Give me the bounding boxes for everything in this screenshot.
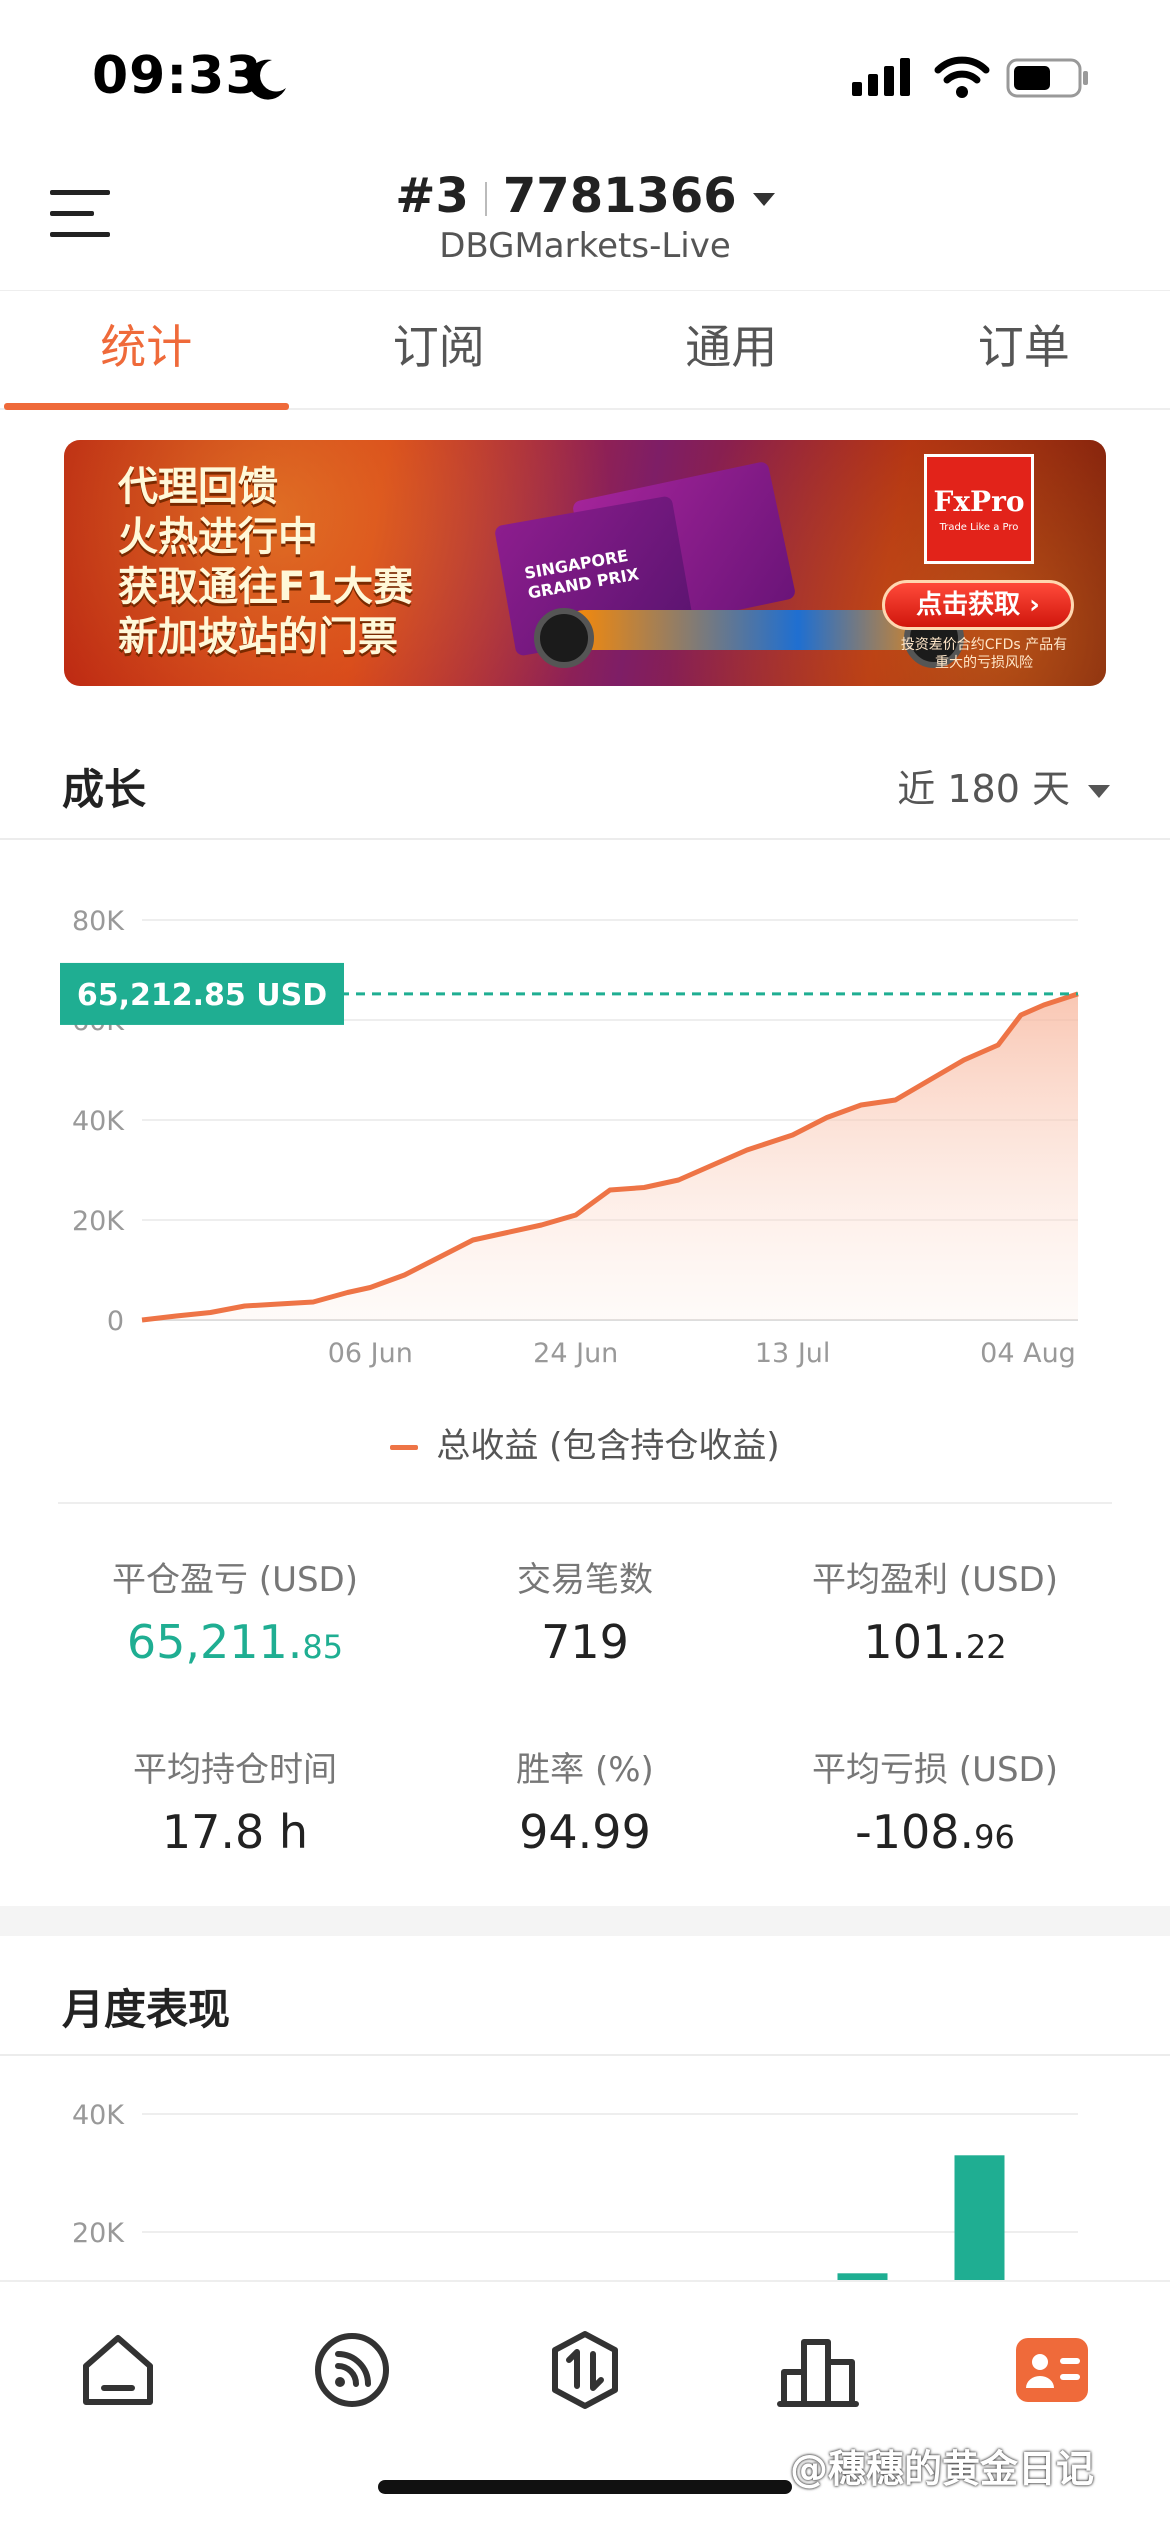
- car-wheel: [534, 608, 594, 668]
- stat-value: 17.8 h: [40, 1805, 430, 1859]
- stat-label: 平均持仓时间: [133, 1750, 337, 1790]
- growth-chart[interactable]: 020K40K60K80K 06 Jun24 Jun13 Jul04 Aug 6…: [0, 860, 1170, 1380]
- signal-feed-icon[interactable]: [310, 2328, 394, 2412]
- account-separator: [484, 182, 487, 216]
- banner-headline: 代理回馈 火热进行中 获取通往F1大赛 新加坡站的门票: [118, 462, 413, 662]
- stat-label: 平均亏损 (USD): [812, 1750, 1058, 1790]
- stat-value: 101.22: [740, 1615, 1130, 1669]
- current-value-badge: 65,212.85 USD: [60, 962, 344, 1025]
- monthly-title: 月度表现: [62, 1985, 231, 2034]
- stat-trade-count: 交易笔数 719: [390, 1552, 780, 1669]
- trade-icon[interactable]: [543, 2328, 627, 2412]
- divider: [58, 1502, 1112, 1504]
- stat-value-int: 17.8 h: [161, 1805, 309, 1859]
- growth-area: [142, 993, 1078, 1320]
- account-header: #3 7781366 DBGMarkets-Live: [0, 150, 1170, 290]
- stat-value: 65,211.85: [40, 1615, 430, 1669]
- range-label: 近 180 天: [897, 767, 1070, 811]
- stat-value: 94.99: [390, 1805, 780, 1859]
- watermark: @穗穗的黄金日记: [790, 2447, 1095, 2491]
- brand-name: FxPro: [933, 485, 1025, 518]
- banner-line: 火热进行中: [118, 514, 318, 560]
- range-selector[interactable]: 近 180 天: [897, 758, 1110, 813]
- brand-tagline: Trade Like a Pro: [939, 522, 1019, 533]
- account-server: DBGMarkets-Live: [439, 226, 731, 266]
- stat-value-int: 719: [541, 1615, 629, 1669]
- home-icon[interactable]: [76, 2328, 160, 2412]
- moon-icon: [247, 59, 286, 100]
- stat-value-int: 65,211.: [126, 1615, 303, 1669]
- battery-icon: [1006, 58, 1088, 98]
- stat-value-int: 101.: [863, 1615, 966, 1669]
- stat-label: 平仓盈亏 (USD): [112, 1560, 358, 1600]
- y-tick-label: 40K: [72, 1106, 125, 1137]
- account-selector[interactable]: #3 7781366: [0, 168, 1170, 224]
- stat-value: -108.96: [740, 1805, 1130, 1859]
- legend-swatch: [390, 1445, 419, 1450]
- cellular-signal-icon: [852, 58, 910, 96]
- status-time: 09:33: [92, 46, 263, 106]
- home-indicator: [378, 2480, 792, 2494]
- x-tick-label: 06 Jun: [328, 1338, 413, 1369]
- banner-line: 获取通往F1大赛: [118, 564, 414, 610]
- ticket-title: SINGAPORE GRAND PRIX: [522, 545, 641, 603]
- monthly-section-header: 月度表现: [0, 1936, 1170, 2056]
- banner-cta-button[interactable]: 点击获取 ›: [882, 580, 1074, 630]
- current-value-label: 65,212.85 USD: [77, 978, 327, 1013]
- monthly-bar[interactable]: [954, 2155, 1005, 2280]
- y-tick-label: 20K: [72, 1206, 125, 1237]
- stat-closed-pnl: 平仓盈亏 (USD) 65,211.85: [40, 1552, 430, 1669]
- stat-value-dec: 85: [302, 1628, 344, 1666]
- chevron-down-icon: [1088, 785, 1110, 798]
- risk-warning: 投资差价合约CFDs 产品有重大的亏损风险: [900, 637, 1068, 671]
- account-number: 7781366: [502, 168, 737, 224]
- wifi-icon: [934, 56, 990, 98]
- fxpro-logo: FxPro Trade Like a Pro: [924, 454, 1034, 564]
- stats-grid: 平仓盈亏 (USD) 65,211.85 交易笔数 719 平均盈利 (USD)…: [0, 1520, 1170, 1910]
- y-tick-label: 0: [107, 1306, 124, 1337]
- chevron-down-icon: [752, 192, 775, 206]
- stat-value-dec: 22: [965, 1628, 1007, 1666]
- monthly-chart[interactable]: 20K 40K: [0, 2060, 1170, 2280]
- bottom-navigation: [0, 2280, 1170, 2532]
- chart-legend: 总收益 (包含持仓收益): [0, 1418, 1170, 1467]
- stat-value-int: -108.: [855, 1805, 975, 1859]
- promo-banner[interactable]: 代理回馈 火热进行中 获取通往F1大赛 新加坡站的门票 SINGAPORE GR…: [64, 440, 1106, 686]
- x-tick-label: 04 Aug: [980, 1338, 1076, 1369]
- monthly-bar[interactable]: [837, 2273, 888, 2280]
- stat-value: 719: [390, 1615, 780, 1669]
- legend-label: 总收益 (包含持仓收益): [436, 1426, 780, 1466]
- tab-subscriptions[interactable]: 订阅: [293, 291, 586, 408]
- growth-title: 成长: [62, 765, 147, 814]
- banner-line: 新加坡站的门票: [118, 614, 398, 660]
- stat-value-dec: 96: [974, 1818, 1015, 1856]
- status-bar: 09:33: [0, 0, 1170, 150]
- tab-orders[interactable]: 订单: [878, 291, 1170, 408]
- banner-line: 代理回馈: [118, 464, 278, 510]
- tab-general[interactable]: 通用: [585, 291, 878, 408]
- y-tick-label: 20K: [72, 2218, 125, 2249]
- account-index: #3: [395, 168, 469, 224]
- stat-avg-profit: 平均盈利 (USD) 101.22: [740, 1552, 1130, 1669]
- stat-label: 平均盈利 (USD): [812, 1560, 1058, 1600]
- stat-avg-loss: 平均亏损 (USD) -108.96: [740, 1742, 1130, 1859]
- growth-section-header: 成长 近 180 天: [0, 720, 1170, 840]
- y-tick-label: 40K: [72, 2100, 125, 2131]
- profile-card-icon[interactable]: [1010, 2328, 1094, 2412]
- stats-bar-icon[interactable]: [776, 2328, 860, 2412]
- x-tick-label: 13 Jul: [755, 1338, 831, 1369]
- stat-label: 胜率 (%): [516, 1750, 654, 1790]
- stat-value-int: 94.99: [519, 1805, 651, 1859]
- section-gap: [0, 1906, 1170, 1936]
- stat-avg-hold-time: 平均持仓时间 17.8 h: [40, 1742, 430, 1859]
- tab-bar: 统计 订阅 通用 订单: [0, 290, 1170, 410]
- y-tick-label: 80K: [72, 906, 125, 937]
- stat-win-rate: 胜率 (%) 94.99: [390, 1742, 780, 1859]
- x-tick-label: 24 Jun: [533, 1338, 618, 1369]
- tab-statistics[interactable]: 统计: [0, 291, 293, 410]
- stat-label: 交易笔数: [517, 1560, 653, 1600]
